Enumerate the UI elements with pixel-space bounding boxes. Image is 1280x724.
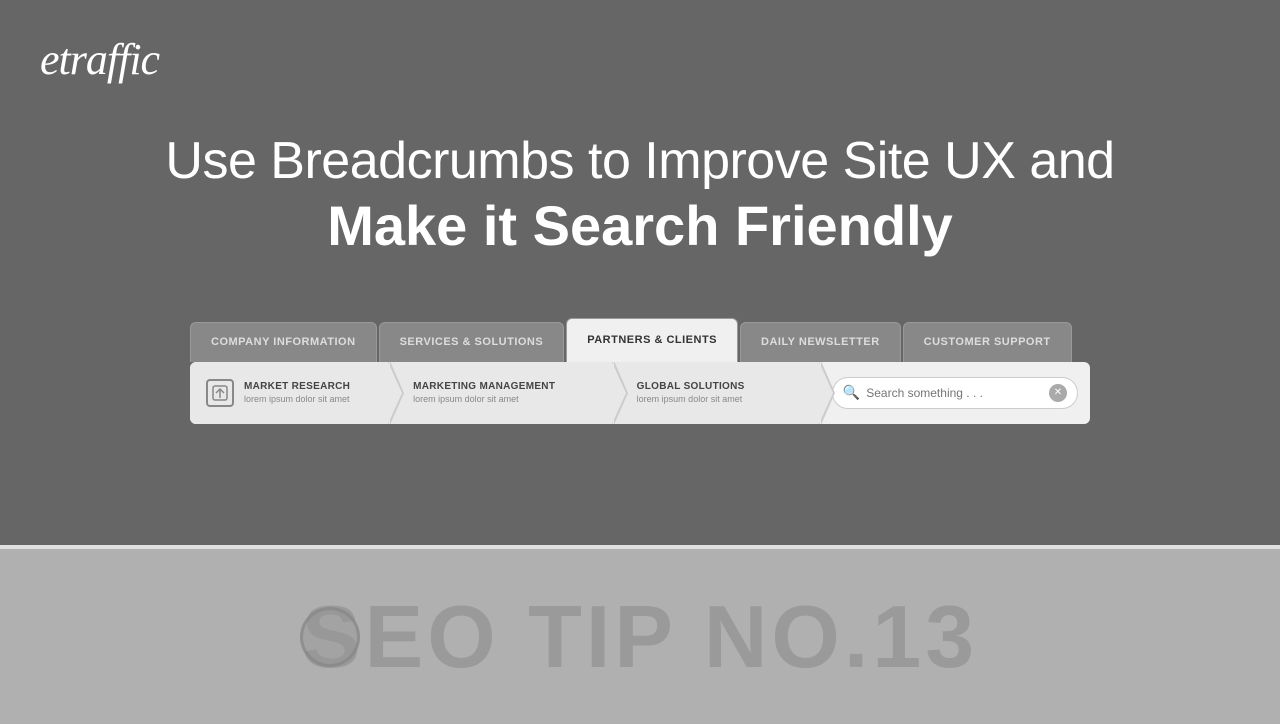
- logo-svg: etraffic: [40, 30, 240, 85]
- svg-text:etraffic: etraffic: [40, 35, 161, 84]
- tab-daily-newsletter[interactable]: DAILY NEWSLETTER: [740, 322, 901, 362]
- logo-text: etraffic: [40, 53, 240, 93]
- tab-customer-support[interactable]: CUSTOMER SUPPORT: [903, 322, 1072, 362]
- tab-services-solutions[interactable]: SERVICES & SOLUTIONS: [379, 322, 565, 362]
- nav-tabs: COMPANY INFORMATION SERVICES & SOLUTIONS…: [190, 318, 1074, 362]
- nav-tabs-wrapper: COMPANY INFORMATION SERVICES & SOLUTIONS…: [190, 318, 1090, 362]
- search-input[interactable]: [866, 386, 1049, 400]
- top-section: etraffic Use Breadcrumbs to Improve Site…: [0, 0, 1280, 545]
- headline-area: Use Breadcrumbs to Improve Site UX and M…: [165, 130, 1114, 260]
- content-item-marketing-management[interactable]: MARKETING MANAGEMENT lorem ipsum dolor s…: [389, 362, 613, 424]
- decorative-circle: [300, 607, 360, 667]
- search-icon: 🔍: [843, 384, 860, 401]
- headline-line1: Use Breadcrumbs to Improve Site UX and: [165, 130, 1114, 192]
- content-bar: MARKET RESEARCH lorem ipsum dolor sit am…: [190, 362, 1090, 424]
- market-research-text: MARKET RESEARCH lorem ipsum dolor sit am…: [244, 381, 350, 404]
- market-research-icon: [206, 379, 234, 407]
- nav-content-wrapper: COMPANY INFORMATION SERVICES & SOLUTIONS…: [190, 288, 1090, 424]
- search-clear-button[interactable]: ✕: [1049, 384, 1067, 402]
- content-item-global-solutions[interactable]: GLOBAL SOLUTIONS lorem ipsum dolor sit a…: [613, 362, 820, 424]
- seo-tip-text: SEO TIP NO.13: [302, 586, 978, 688]
- logo: etraffic: [40, 30, 240, 94]
- content-item-market-research[interactable]: MARKET RESEARCH lorem ipsum dolor sit am…: [190, 362, 389, 424]
- headline-line2: Make it Search Friendly: [165, 192, 1114, 259]
- search-input-wrapper: 🔍 ✕: [832, 377, 1078, 409]
- tab-partners-clients[interactable]: PARTNERS & CLIENTS: [566, 318, 738, 362]
- search-area: 🔍 ✕: [820, 362, 1090, 424]
- bottom-section: SEO TIP NO.13: [0, 549, 1280, 724]
- tab-company-information[interactable]: COMPANY INFORMATION: [190, 322, 377, 362]
- marketing-management-text: MARKETING MANAGEMENT lorem ipsum dolor s…: [413, 381, 555, 404]
- global-solutions-text: GLOBAL SOLUTIONS lorem ipsum dolor sit a…: [637, 381, 745, 404]
